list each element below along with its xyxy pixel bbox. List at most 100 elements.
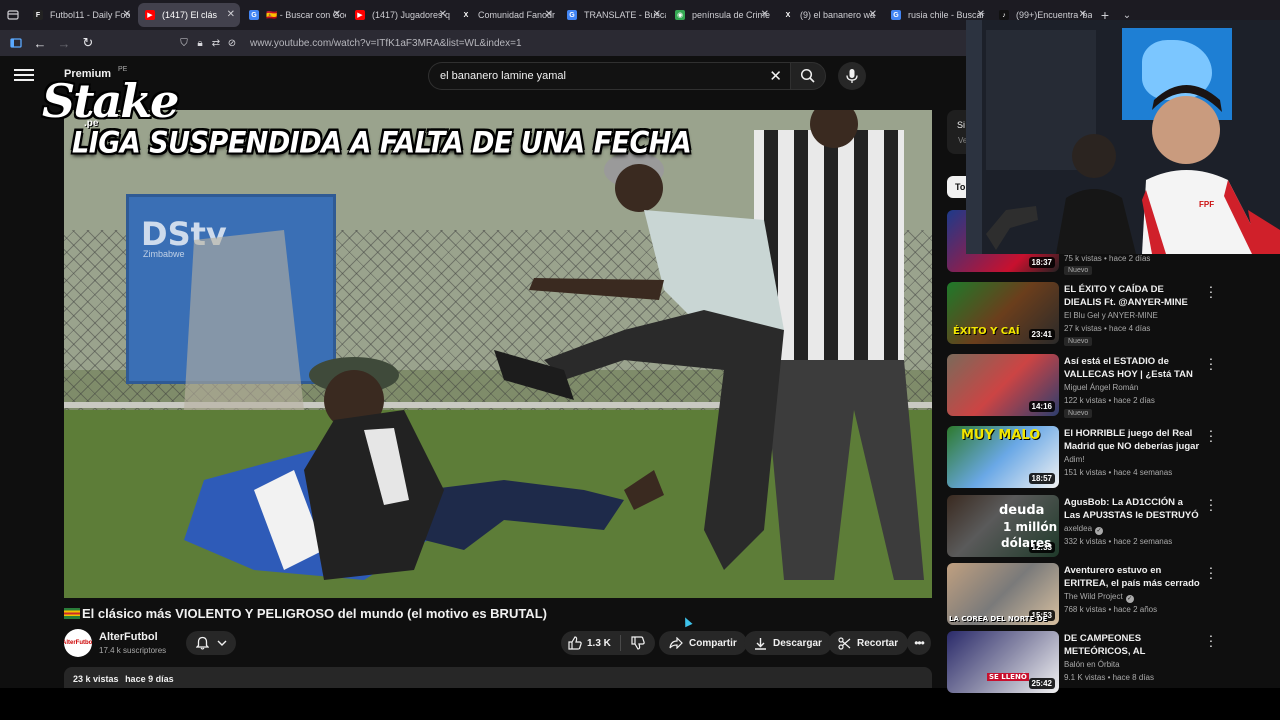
tab-favicon-icon: ▶ (355, 10, 365, 20)
like-dislike-group: 1.3 K (561, 631, 655, 655)
tab-favicon-icon: X (461, 10, 471, 20)
video-player[interactable]: DStv Zimbabwe LIGA SUSPENDIDA A FALTA DE… (64, 110, 932, 598)
back-button[interactable]: ← (28, 31, 52, 55)
zimbabwe-flag-icon (64, 608, 80, 619)
voice-search-button[interactable] (838, 62, 866, 90)
more-vert-icon[interactable]: · · · (1206, 279, 1216, 303)
mouse-cursor-icon (681, 615, 693, 628)
lock-icon[interactable]: 🔒︎ (192, 38, 208, 49)
tab-close-icon[interactable]: ✕ (439, 9, 447, 20)
permissions-icon[interactable]: ⇄ (208, 38, 224, 49)
channel-avatar[interactable]: AlterFutbol (64, 629, 92, 657)
browser-tab[interactable]: X (9) el bananero wa ✕ (776, 3, 882, 27)
thumbnail-text: ÉXITO Y CAÍ (953, 326, 1020, 337)
video-title: El clásico más VIOLENTO Y PELIGROSO del … (64, 606, 547, 621)
recommended-channel[interactable]: The Wild Project ✓ (1064, 592, 1134, 603)
video-thumbnail[interactable]: 12:33 deuda 1 millón dólares (947, 495, 1059, 557)
reload-button[interactable]: ↻ (76, 31, 100, 55)
dislike-button[interactable] (621, 636, 655, 650)
menu-icon[interactable] (14, 66, 34, 84)
browser-tab[interactable]: ◉ península de Crime ✕ (668, 3, 774, 27)
more-actions-button[interactable]: ••• (907, 631, 931, 655)
recommended-meta: 27 k vistas • hace 4 días (1064, 324, 1151, 333)
recommended-channel[interactable]: Balón en Órbita (1064, 660, 1120, 669)
tab-favicon-icon: G (567, 10, 577, 20)
more-vert-icon[interactable]: · · · (1206, 492, 1216, 516)
sidebar-toggle-icon[interactable] (4, 31, 28, 55)
browser-tab[interactable]: G TRANSLATE - Busca ✕ (560, 3, 666, 27)
upload-date: hace 9 días (125, 674, 174, 684)
browser-tab[interactable]: ▶ (1417) Jugadores q ✕ (348, 3, 452, 27)
clip-button[interactable]: Recortar (828, 631, 909, 655)
tab-list-chevron-icon[interactable]: ⌄ (1116, 10, 1138, 21)
tab-favicon-icon: ♪ (999, 10, 1009, 20)
video-thumbnail[interactable]: 18:57 MUY MALO (947, 426, 1059, 488)
video-thumbnail[interactable]: 25:42 SE LLENÓ (947, 631, 1059, 693)
recommended-channel[interactable]: El Blu Gel y ANYER-MINE (1064, 311, 1158, 320)
tab-close-icon[interactable]: ✕ (1079, 9, 1087, 20)
video-thumbnail[interactable]: 14:16 (947, 354, 1059, 416)
recommended-title[interactable]: El HORRIBLE juego del Real Madrid que NO… (1064, 427, 1201, 453)
description-box[interactable]: 23 k vistas hace 9 días (64, 667, 932, 689)
share-button[interactable]: Compartir (659, 631, 747, 655)
tab-close-icon[interactable]: ✕ (653, 9, 661, 20)
browser-tab[interactable]: X Comunidad Fanodr ✕ (454, 3, 558, 27)
search-input[interactable]: el bananero lamine yamal ✕ (428, 62, 790, 90)
more-vert-icon[interactable]: · · · (1206, 560, 1216, 584)
url-bar[interactable]: ⛉ 🔒︎ ⇄ ⊘ www.youtube.com/watch?v=ITfK1aF… (176, 33, 966, 53)
recommended-title[interactable]: Así está el ESTADIO de VALLECAS HOY | ¿E… (1064, 355, 1201, 381)
search-query[interactable]: el bananero lamine yamal (440, 70, 566, 82)
browser-tab[interactable]: G 🇪🇸 - Buscar con Goo ✕ (242, 3, 346, 27)
forward-button[interactable]: → (52, 31, 76, 55)
tab-close-icon[interactable]: ✕ (227, 9, 235, 20)
like-button[interactable]: 1.3 K (561, 635, 621, 651)
tab-close-icon[interactable]: ✕ (977, 9, 985, 20)
recommended-title[interactable]: EL ÉXITO Y CAÍDA DE DIEALIS Ft. @ANYER-M… (1064, 283, 1201, 309)
recommended-video[interactable]: 25:42 SE LLENÓ DE CAMPEONES METEÓRICOS, AL… (947, 628, 1227, 697)
download-button[interactable]: Descargar (744, 631, 832, 655)
tab-label: península de Crime (692, 10, 771, 20)
video-duration: 23:41 (1028, 329, 1055, 340)
more-vert-icon[interactable]: · · · (1206, 628, 1216, 652)
clear-search-icon[interactable]: ✕ (769, 67, 782, 85)
chevron-down-icon (217, 640, 226, 646)
stake-logo: Stake .pe (42, 74, 179, 129)
shield-icon[interactable]: ⛉ (176, 38, 192, 49)
recommended-channel[interactable]: Adim! (1064, 455, 1084, 464)
recommended-video[interactable]: 23:41 ÉXITO Y CAÍ EL ÉXITO Y CAÍDA DE DIEA… (947, 279, 1227, 348)
recommended-video[interactable]: 15:53 LA COREA DEL NORTE DE Aventurero est… (947, 560, 1227, 629)
tracking-icon[interactable]: ⊘ (224, 38, 240, 49)
video-thumbnail[interactable]: 15:53 LA COREA DEL NORTE DE (947, 563, 1059, 625)
thumbnail-text: dólares (1001, 536, 1052, 550)
recommended-video[interactable]: 18:57 MUY MALO El HORRIBLE juego del Real … (947, 423, 1227, 492)
tab-label: rusia chile - Buscar (908, 10, 985, 20)
recommended-channel[interactable]: axeldea ✓ (1064, 524, 1104, 535)
browser-tab[interactable]: F Futbol11 - Daily Foo ✕ (26, 3, 136, 27)
tab-close-icon[interactable]: ✕ (761, 9, 769, 20)
search-button[interactable] (790, 62, 826, 90)
thumbnail-text: LA COREA DEL NORTE DE (949, 615, 1048, 623)
recommended-title[interactable]: AgusBob: La AD1CCIÓN a Las APU3STAS le D… (1064, 496, 1201, 522)
tab-overview-icon[interactable] (0, 0, 26, 30)
recommended-title[interactable]: Aventurero estuvo en ERITREA, el país má… (1064, 564, 1201, 590)
tab-favicon-icon: ▶ (145, 10, 155, 20)
tab-close-icon[interactable]: ✕ (123, 9, 131, 20)
video-thumbnail[interactable]: 23:41 ÉXITO Y CAÍ (947, 282, 1059, 344)
tab-close-icon[interactable]: ✕ (333, 9, 341, 20)
tab-close-icon[interactable]: ✕ (869, 9, 877, 20)
recommended-video[interactable]: 14:16 Así está el ESTADIO de VALLECAS HOY… (947, 351, 1227, 420)
url-text[interactable]: www.youtube.com/watch?v=ITfK1aF3MRA&list… (250, 38, 522, 49)
tab-close-icon[interactable]: ✕ (545, 9, 553, 20)
recommended-channel[interactable]: Miguel Ángel Román (1064, 383, 1138, 392)
recommended-title[interactable]: DE CAMPEONES METEÓRICOS, AL DESASTRE: LA… (1064, 632, 1201, 658)
notifications-button[interactable] (186, 631, 236, 655)
more-vert-icon[interactable]: · · · (1206, 351, 1216, 375)
tab-favicon-icon: G (249, 10, 259, 20)
video-caption: LIGA SUSPENDIDA A FALTA DE UNA FECHA (72, 126, 692, 161)
recommended-video[interactable]: 12:33 deuda 1 millón dólares AgusBob: La AD1… (947, 492, 1227, 561)
browser-tab[interactable]: ▶ (1417) El clás ✕ (138, 3, 240, 27)
channel-name[interactable]: AlterFutbol (99, 631, 158, 643)
more-vert-icon[interactable]: · · · (1206, 423, 1216, 447)
thumbnail-text: 1 millón (1003, 520, 1058, 534)
share-icon (669, 637, 683, 649)
